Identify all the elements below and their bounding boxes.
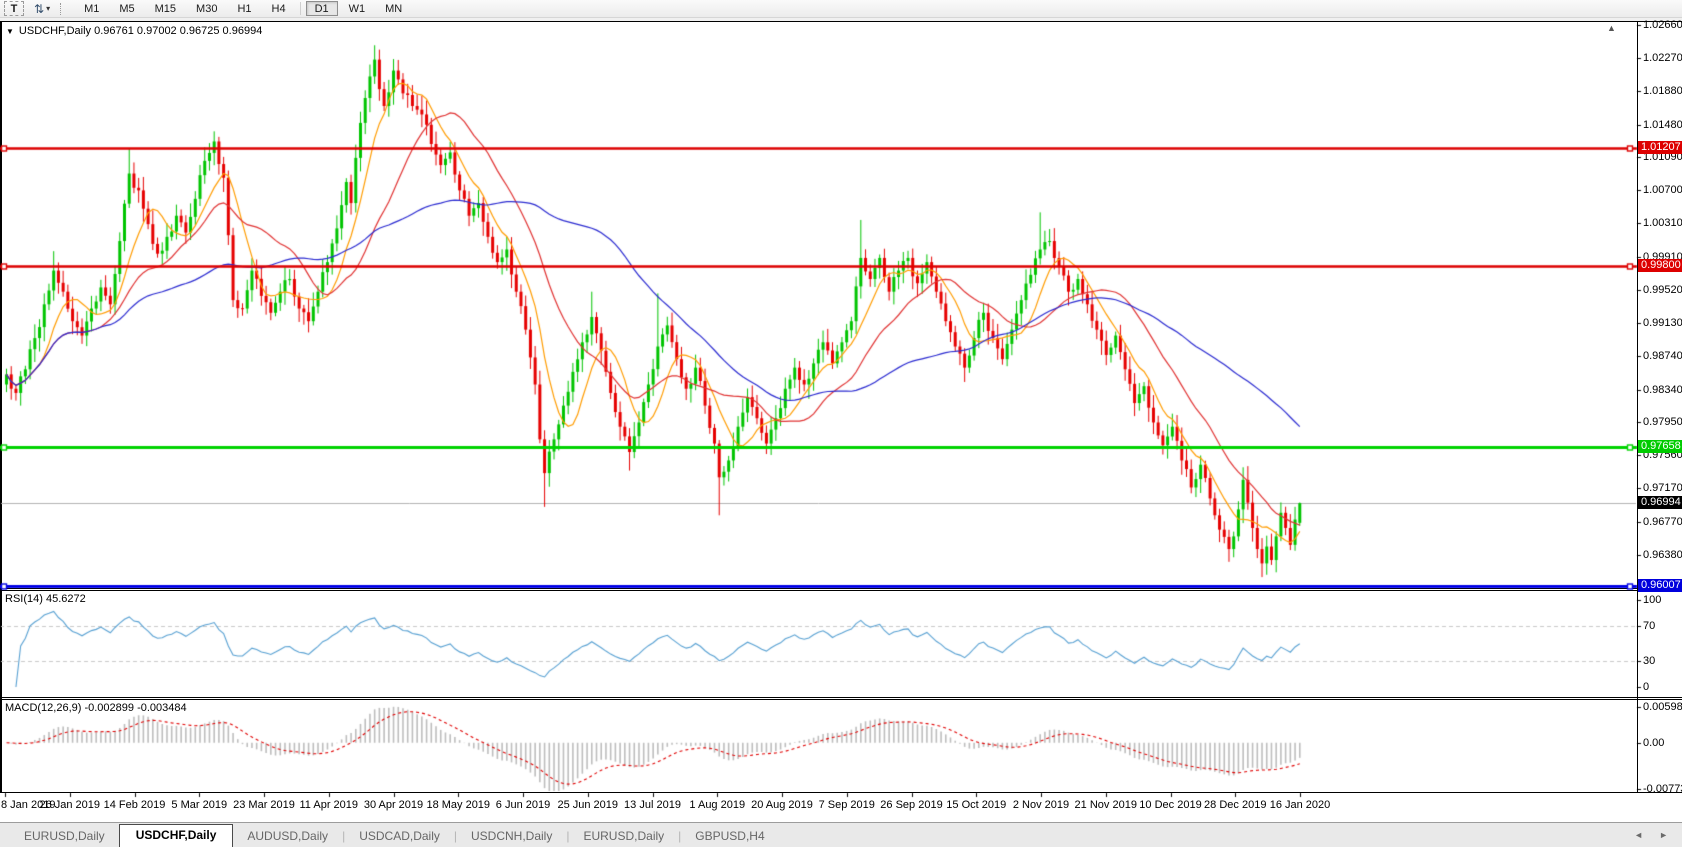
chevron-down-icon: ▾	[46, 4, 50, 13]
price-tick-label: 1.02270	[1643, 52, 1682, 64]
timeframe-button-h1[interactable]: H1	[228, 1, 260, 16]
rsi-indicator-label: RSI(14) 45.6272	[5, 593, 86, 605]
time-axis-label: 28 Dec 2019	[1204, 799, 1266, 811]
time-axis-label: 2 Nov 2019	[1013, 799, 1069, 811]
chart-tab-bar: EURUSD,DailyUSDCHF,DailyAUDUSD,Daily|USD…	[0, 822, 1682, 847]
chart-tab-usdcad-daily[interactable]: USDCAD,Daily	[345, 826, 454, 847]
timeframe-button-m5[interactable]: M5	[110, 1, 143, 16]
chart-tab-usdchf-daily[interactable]: USDCHF,Daily	[119, 824, 234, 847]
time-axis-label: 5 Mar 2019	[171, 799, 227, 811]
price-chart-canvas[interactable]	[0, 21, 1682, 822]
chart-tabs: EURUSD,DailyUSDCHF,DailyAUDUSD,Daily|USD…	[10, 824, 779, 847]
timeframe-button-m1[interactable]: M1	[75, 1, 108, 16]
timeframe-button-m30[interactable]: M30	[187, 1, 226, 16]
price-tick-label: 0.99130	[1643, 317, 1682, 329]
chart-tab-eurusd-daily[interactable]: EURUSD,Daily	[569, 826, 678, 847]
chart-tab-audusd-daily[interactable]: AUDUSD,Daily	[233, 826, 342, 847]
time-axis-label: 20 Aug 2019	[751, 799, 813, 811]
arrange-charts-button[interactable]: ⇅ ▾	[34, 2, 50, 16]
price-tick-label: 0.97950	[1643, 416, 1682, 428]
chart-tab-usdcnh-daily[interactable]: USDCNH,Daily	[457, 826, 566, 847]
price-tick-label: 1.01480	[1643, 119, 1682, 131]
rsi-axis-label: 100	[1643, 594, 1661, 606]
time-axis-label: 25 Jun 2019	[557, 799, 618, 811]
time-axis-label: 23 Mar 2019	[233, 799, 295, 811]
time-axis-label: 16 Jan 2020	[1270, 799, 1331, 811]
time-axis-label: 10 Dec 2019	[1139, 799, 1201, 811]
chart-tab-gbpusd-h4[interactable]: GBPUSD,H4	[681, 826, 778, 847]
tab-scroll-right-button[interactable]: ►	[1659, 830, 1668, 840]
time-axis-label: 7 Sep 2019	[819, 799, 875, 811]
rsi-axis-label: 70	[1643, 620, 1655, 632]
timeframe-button-m15[interactable]: M15	[146, 1, 185, 16]
time-axis-label: 14 Feb 2019	[104, 799, 166, 811]
rsi-axis-label: 30	[1643, 655, 1655, 667]
sort-arrows-icon: ⇅	[34, 2, 44, 16]
chart-tab-eurusd-daily[interactable]: EURUSD,Daily	[10, 826, 119, 847]
time-axis-label: 15 Oct 2019	[946, 799, 1006, 811]
time-axis-label: 18 May 2019	[426, 799, 490, 811]
time-axis-label: 13 Jul 2019	[624, 799, 681, 811]
macd-axis-label: -0.007737	[1643, 783, 1682, 795]
rsi-axis-label: 0	[1643, 681, 1649, 693]
price-tick-label: 1.02660	[1643, 19, 1682, 31]
text-tool-button[interactable]: T	[4, 1, 24, 16]
timeframe-button-group: M1M5M15M30H1H4 D1W1MN	[74, 1, 412, 16]
tab-scroll-left-button[interactable]: ◄	[1634, 830, 1643, 840]
scroll-up-icon[interactable]: ▲	[1607, 23, 1616, 33]
macd-axis-label: 0.005986	[1643, 701, 1682, 713]
price-tick-label: 0.96770	[1643, 516, 1682, 528]
price-badge: 0.96007	[1638, 579, 1682, 592]
time-axis-label: 21 Nov 2019	[1075, 799, 1137, 811]
tab-scroll-arrows: ◄ ►	[1634, 830, 1668, 840]
toolbar-separator	[300, 2, 301, 15]
price-badge: 1.01207	[1638, 141, 1682, 154]
price-tick-label: 1.01880	[1643, 85, 1682, 97]
price-tick-label: 0.99520	[1643, 284, 1682, 296]
macd-indicator-label: MACD(12,26,9) -0.002899 -0.003484	[5, 702, 187, 714]
price-tick-label: 0.98740	[1643, 350, 1682, 362]
time-axis-label: 26 Sep 2019	[880, 799, 942, 811]
time-axis-label: 6 Jun 2019	[496, 799, 550, 811]
timeframe-button-mn[interactable]: MN	[376, 1, 411, 16]
time-axis-label: 1 Aug 2019	[689, 799, 745, 811]
macd-axis-label: 0.00	[1643, 737, 1664, 749]
timeframe-button-d1[interactable]: D1	[306, 1, 338, 16]
symbol-ohlc-text: USDCHF,Daily 0.96761 0.97002 0.96725 0.9…	[19, 25, 262, 37]
toolbar-grip	[60, 3, 66, 15]
price-tick-label: 1.00700	[1643, 184, 1682, 196]
price-tick-label: 0.96380	[1643, 549, 1682, 561]
time-axis-label: 11 Apr 2019	[299, 799, 358, 811]
price-tick-label: 0.98340	[1643, 384, 1682, 396]
time-axis-label: 30 Apr 2019	[364, 799, 423, 811]
symbol-dropdown-icon[interactable]: ▼	[6, 27, 14, 36]
price-badge: 0.99800	[1638, 259, 1682, 272]
mt4-window: T ⇅ ▾ M1M5M15M30H1H4 D1W1MN ▼ USDCHF,Dail…	[0, 0, 1682, 847]
timeframe-button-w1[interactable]: W1	[340, 1, 375, 16]
chart-header: ▼ USDCHF,Daily 0.96761 0.97002 0.96725 0…	[6, 25, 262, 37]
price-badge: 0.96994	[1638, 496, 1682, 509]
timeframe-button-h4[interactable]: H4	[263, 1, 295, 16]
price-badge: 0.97658	[1638, 440, 1682, 453]
price-tick-label: 1.00310	[1643, 217, 1682, 229]
price-tick-label: 0.97170	[1643, 482, 1682, 494]
time-axis-label: 26 Jan 2019	[39, 799, 100, 811]
top-toolbar: T ⇅ ▾ M1M5M15M30H1H4 D1W1MN	[0, 0, 1682, 18]
